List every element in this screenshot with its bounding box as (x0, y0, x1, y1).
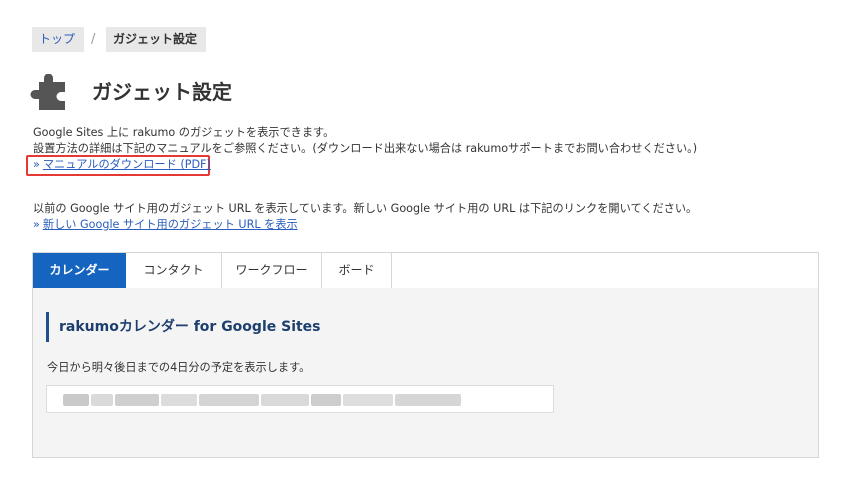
manual-download-link[interactable]: マニュアルのダウンロード (PDF) (43, 158, 211, 171)
section-heading: rakumoカレンダー for Google Sites (46, 312, 321, 342)
manual-download-line: » マニュアルのダウンロード (PDF) (33, 157, 211, 173)
tab-panel-calendar: rakumoカレンダー for Google Sites 今日から明々後日までの… (32, 288, 819, 458)
redacted-url-segment (115, 394, 159, 406)
new-sites-url-link[interactable]: 新しい Google サイト用のガジェット URL を表示 (43, 218, 298, 231)
section-description: 今日から明々後日までの4日分の予定を表示します。 (47, 361, 311, 374)
puzzle-piece-icon (30, 74, 65, 110)
bullet-icon: » (33, 218, 40, 231)
redacted-url-segment (63, 394, 89, 406)
page-title: ガジェット設定 (92, 80, 232, 104)
redacted-url-segment (311, 394, 341, 406)
redacted-url-segment (343, 394, 393, 406)
breadcrumb-current: ガジェット設定 (106, 27, 206, 52)
breadcrumb-separator: / (91, 32, 96, 47)
breadcrumb-home-link[interactable]: トップ (32, 27, 84, 52)
tab-workflow[interactable]: ワークフロー (222, 253, 322, 288)
gadget-url-field[interactable] (46, 385, 554, 413)
bullet-icon: » (33, 158, 40, 171)
redacted-url-segment (395, 394, 461, 406)
intro-text-1: Google Sites 上に rakumo のガジェットを表示できます。 (33, 126, 335, 139)
redacted-url-segment (91, 394, 113, 406)
tab-calendar[interactable]: カレンダー (33, 253, 126, 288)
tab-board[interactable]: ボード (322, 253, 392, 288)
redacted-url-segment (199, 394, 259, 406)
legacy-url-text: 以前の Google サイト用のガジェット URL を表示しています。新しい G… (33, 202, 698, 215)
redacted-url-segment (261, 394, 309, 406)
tab-contact[interactable]: コンタクト (126, 253, 222, 288)
gadget-tabs: カレンダー コンタクト ワークフロー ボード (32, 252, 819, 289)
new-url-line: » 新しい Google サイト用のガジェット URL を表示 (33, 217, 298, 233)
redacted-url-segment (161, 394, 197, 406)
